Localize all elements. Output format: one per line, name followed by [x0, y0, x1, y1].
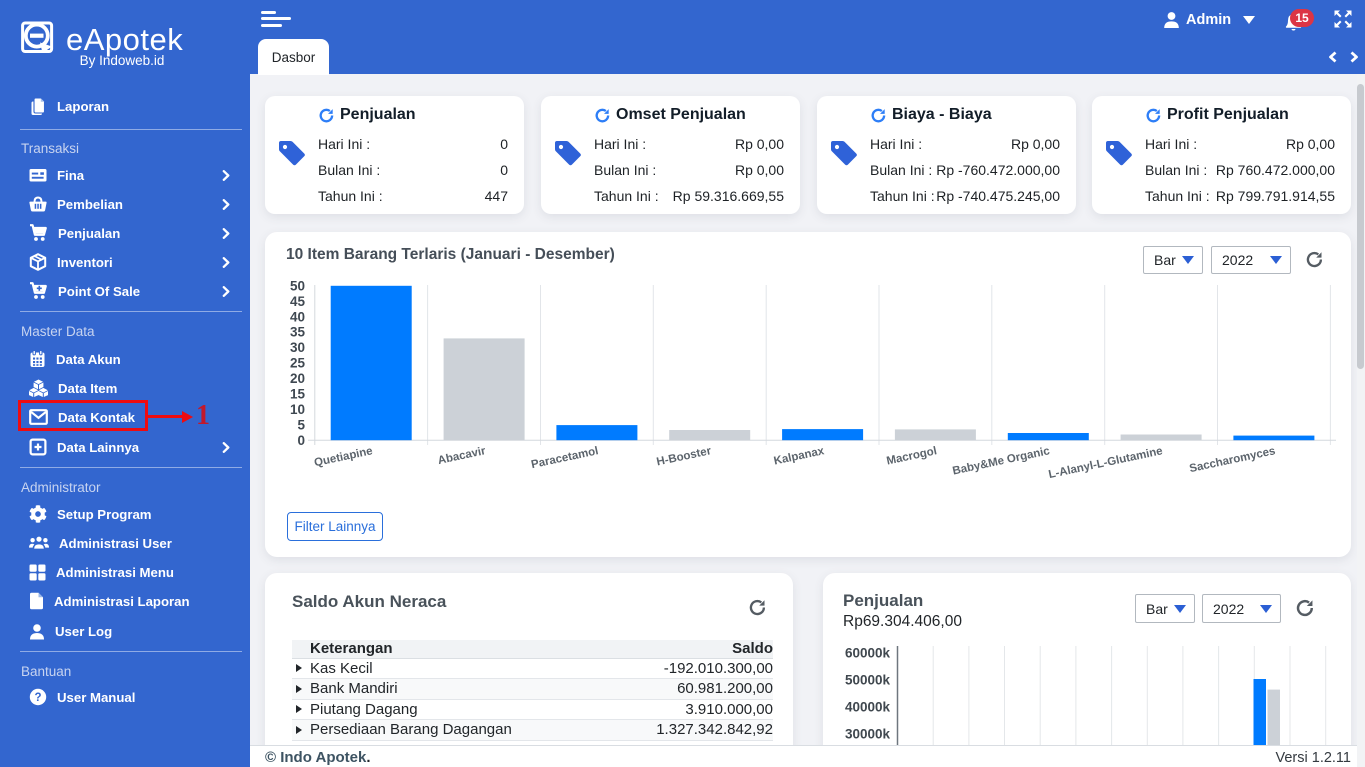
svg-text:H-Booster: H-Booster [655, 445, 712, 468]
svg-text:0: 0 [297, 433, 305, 448]
svg-text:L-Alanyl-L-Glutamine: L-Alanyl-L-Glutamine [1047, 445, 1163, 478]
svg-text:50: 50 [290, 278, 305, 293]
svg-text:30000k: 30000k [845, 727, 891, 742]
svg-text:35: 35 [290, 325, 306, 340]
svg-text:Saccharomyces: Saccharomyces [1188, 445, 1276, 475]
svg-text:40000k: 40000k [845, 700, 891, 715]
svg-text:45: 45 [290, 294, 306, 309]
svg-text:40: 40 [290, 309, 305, 324]
svg-text:15: 15 [290, 387, 306, 402]
svg-text:?: ? [34, 692, 41, 704]
svg-text:30: 30 [290, 340, 305, 355]
svg-text:10: 10 [290, 402, 305, 417]
svg-text:60000k: 60000k [845, 646, 891, 661]
svg-text:Baby&Me Organic: Baby&Me Organic [952, 445, 1052, 477]
svg-text:20: 20 [290, 371, 305, 386]
svg-text:Macrogol: Macrogol [886, 445, 939, 467]
svg-text:50000k: 50000k [845, 673, 891, 688]
svg-text:25: 25 [290, 356, 306, 371]
svg-text:Kalpanax: Kalpanax [773, 445, 826, 467]
svg-text:Quetiapine: Quetiapine [313, 445, 374, 469]
svg-text:5: 5 [297, 417, 305, 432]
svg-text:Abacavir: Abacavir [437, 445, 488, 467]
svg-text:Paracetamol: Paracetamol [530, 445, 599, 471]
